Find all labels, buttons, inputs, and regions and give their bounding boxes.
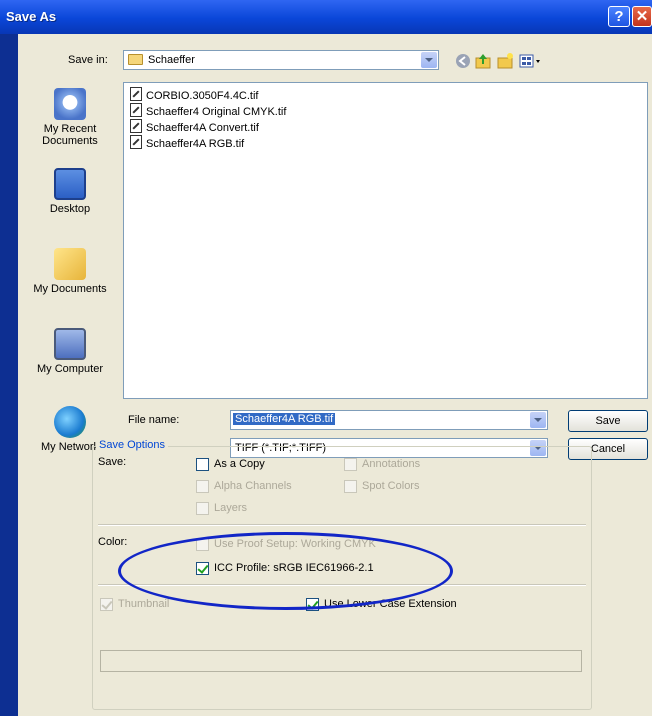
file-name-field[interactable]: Schaeffer4A RGB.tif xyxy=(230,410,548,430)
layers-label: Layers xyxy=(214,502,248,514)
document-icon xyxy=(130,103,142,117)
close-button[interactable]: ✕ xyxy=(632,6,652,27)
save-in-value: Schaeffer xyxy=(148,54,195,66)
as-a-copy-label: As a Copy xyxy=(214,458,265,470)
chevron-down-icon[interactable] xyxy=(421,52,437,68)
layers-checkbox[interactable] xyxy=(196,502,209,515)
place-label: My Documents xyxy=(33,283,107,295)
use-proof-setup-checkbox[interactable] xyxy=(196,538,209,551)
alpha-channels-label: Alpha Channels xyxy=(214,480,292,492)
folder-icon xyxy=(128,54,143,65)
save-in-combo[interactable]: Schaeffer xyxy=(123,50,439,70)
spot-colors-checkbox[interactable] xyxy=(344,480,357,493)
file-item[interactable]: Schaeffer4 Original CMYK.tif xyxy=(130,103,286,119)
view-menu-icon[interactable] xyxy=(518,52,544,70)
spot-colors-label: Spot Colors xyxy=(362,480,420,492)
file-name-value: Schaeffer4A RGB.tif xyxy=(233,413,336,425)
warning-message-area xyxy=(100,650,582,672)
help-button[interactable]: ? xyxy=(608,6,630,27)
place-label: My Network xyxy=(40,441,100,453)
file-list[interactable]: CORBIO.3050F4.4C.tif Schaeffer4 Original… xyxy=(123,82,648,399)
save-as-dialog: Save in: Schaeffer My Recent Documents D… xyxy=(18,34,652,716)
thumbnail-checkbox[interactable] xyxy=(100,598,113,611)
my-computer-icon xyxy=(54,328,86,360)
annotations-checkbox[interactable] xyxy=(344,458,357,471)
alpha-channels-checkbox[interactable] xyxy=(196,480,209,493)
thumbnail-label: Thumbnail xyxy=(118,598,170,610)
use-proof-setup-label: Use Proof Setup: Working CMYK xyxy=(214,538,376,550)
left-side-strip xyxy=(0,34,18,716)
place-my-computer[interactable]: My Computer xyxy=(22,328,118,375)
up-folder-icon[interactable] xyxy=(474,52,492,70)
place-recent-documents[interactable]: My Recent Documents xyxy=(22,88,118,147)
my-documents-icon xyxy=(54,248,86,280)
my-network-icon xyxy=(54,406,86,438)
divider xyxy=(98,584,586,586)
file-item[interactable]: CORBIO.3050F4.4C.tif xyxy=(130,87,259,103)
place-label: My Recent Documents xyxy=(42,123,98,147)
chevron-down-icon[interactable] xyxy=(530,412,546,428)
document-icon xyxy=(130,119,142,133)
new-folder-icon[interactable] xyxy=(496,52,514,70)
save-button[interactable]: Save xyxy=(568,410,648,432)
document-icon xyxy=(130,135,142,149)
icc-profile-checkbox[interactable] xyxy=(196,562,209,575)
color-label: Color: xyxy=(98,536,128,548)
icc-profile-label: ICC Profile: sRGB IEC61966-2.1 xyxy=(214,562,374,574)
file-name-label: File name: xyxy=(128,414,180,426)
place-desktop[interactable]: Desktop xyxy=(22,168,118,215)
place-my-documents[interactable]: My Documents xyxy=(22,248,118,295)
lower-case-extension-label: Use Lower Case Extension xyxy=(324,598,457,610)
recent-documents-icon xyxy=(54,88,86,120)
document-icon xyxy=(130,87,142,101)
annotations-label: Annotations xyxy=(362,458,421,470)
title-bar: Save As ? ✕ xyxy=(0,0,652,34)
window-title: Save As xyxy=(6,9,57,24)
divider xyxy=(98,524,586,526)
places-bar: My Recent Documents Desktop My Documents… xyxy=(22,82,118,464)
save-label: Save: xyxy=(98,456,127,468)
file-item[interactable]: Schaeffer4A RGB.tif xyxy=(130,135,244,151)
file-item[interactable]: Schaeffer4A Convert.tif xyxy=(130,119,259,135)
as-a-copy-checkbox[interactable] xyxy=(196,458,209,471)
place-label: My Computer xyxy=(36,363,104,375)
close-icon: ✕ xyxy=(635,8,649,25)
save-in-label: Save in: xyxy=(68,54,108,66)
place-label: Desktop xyxy=(49,203,91,215)
desktop-icon xyxy=(54,168,86,200)
help-icon: ? xyxy=(614,8,624,25)
back-icon[interactable] xyxy=(454,52,472,70)
save-options-title: Save Options xyxy=(96,439,169,451)
lower-case-extension-checkbox[interactable] xyxy=(306,598,319,611)
